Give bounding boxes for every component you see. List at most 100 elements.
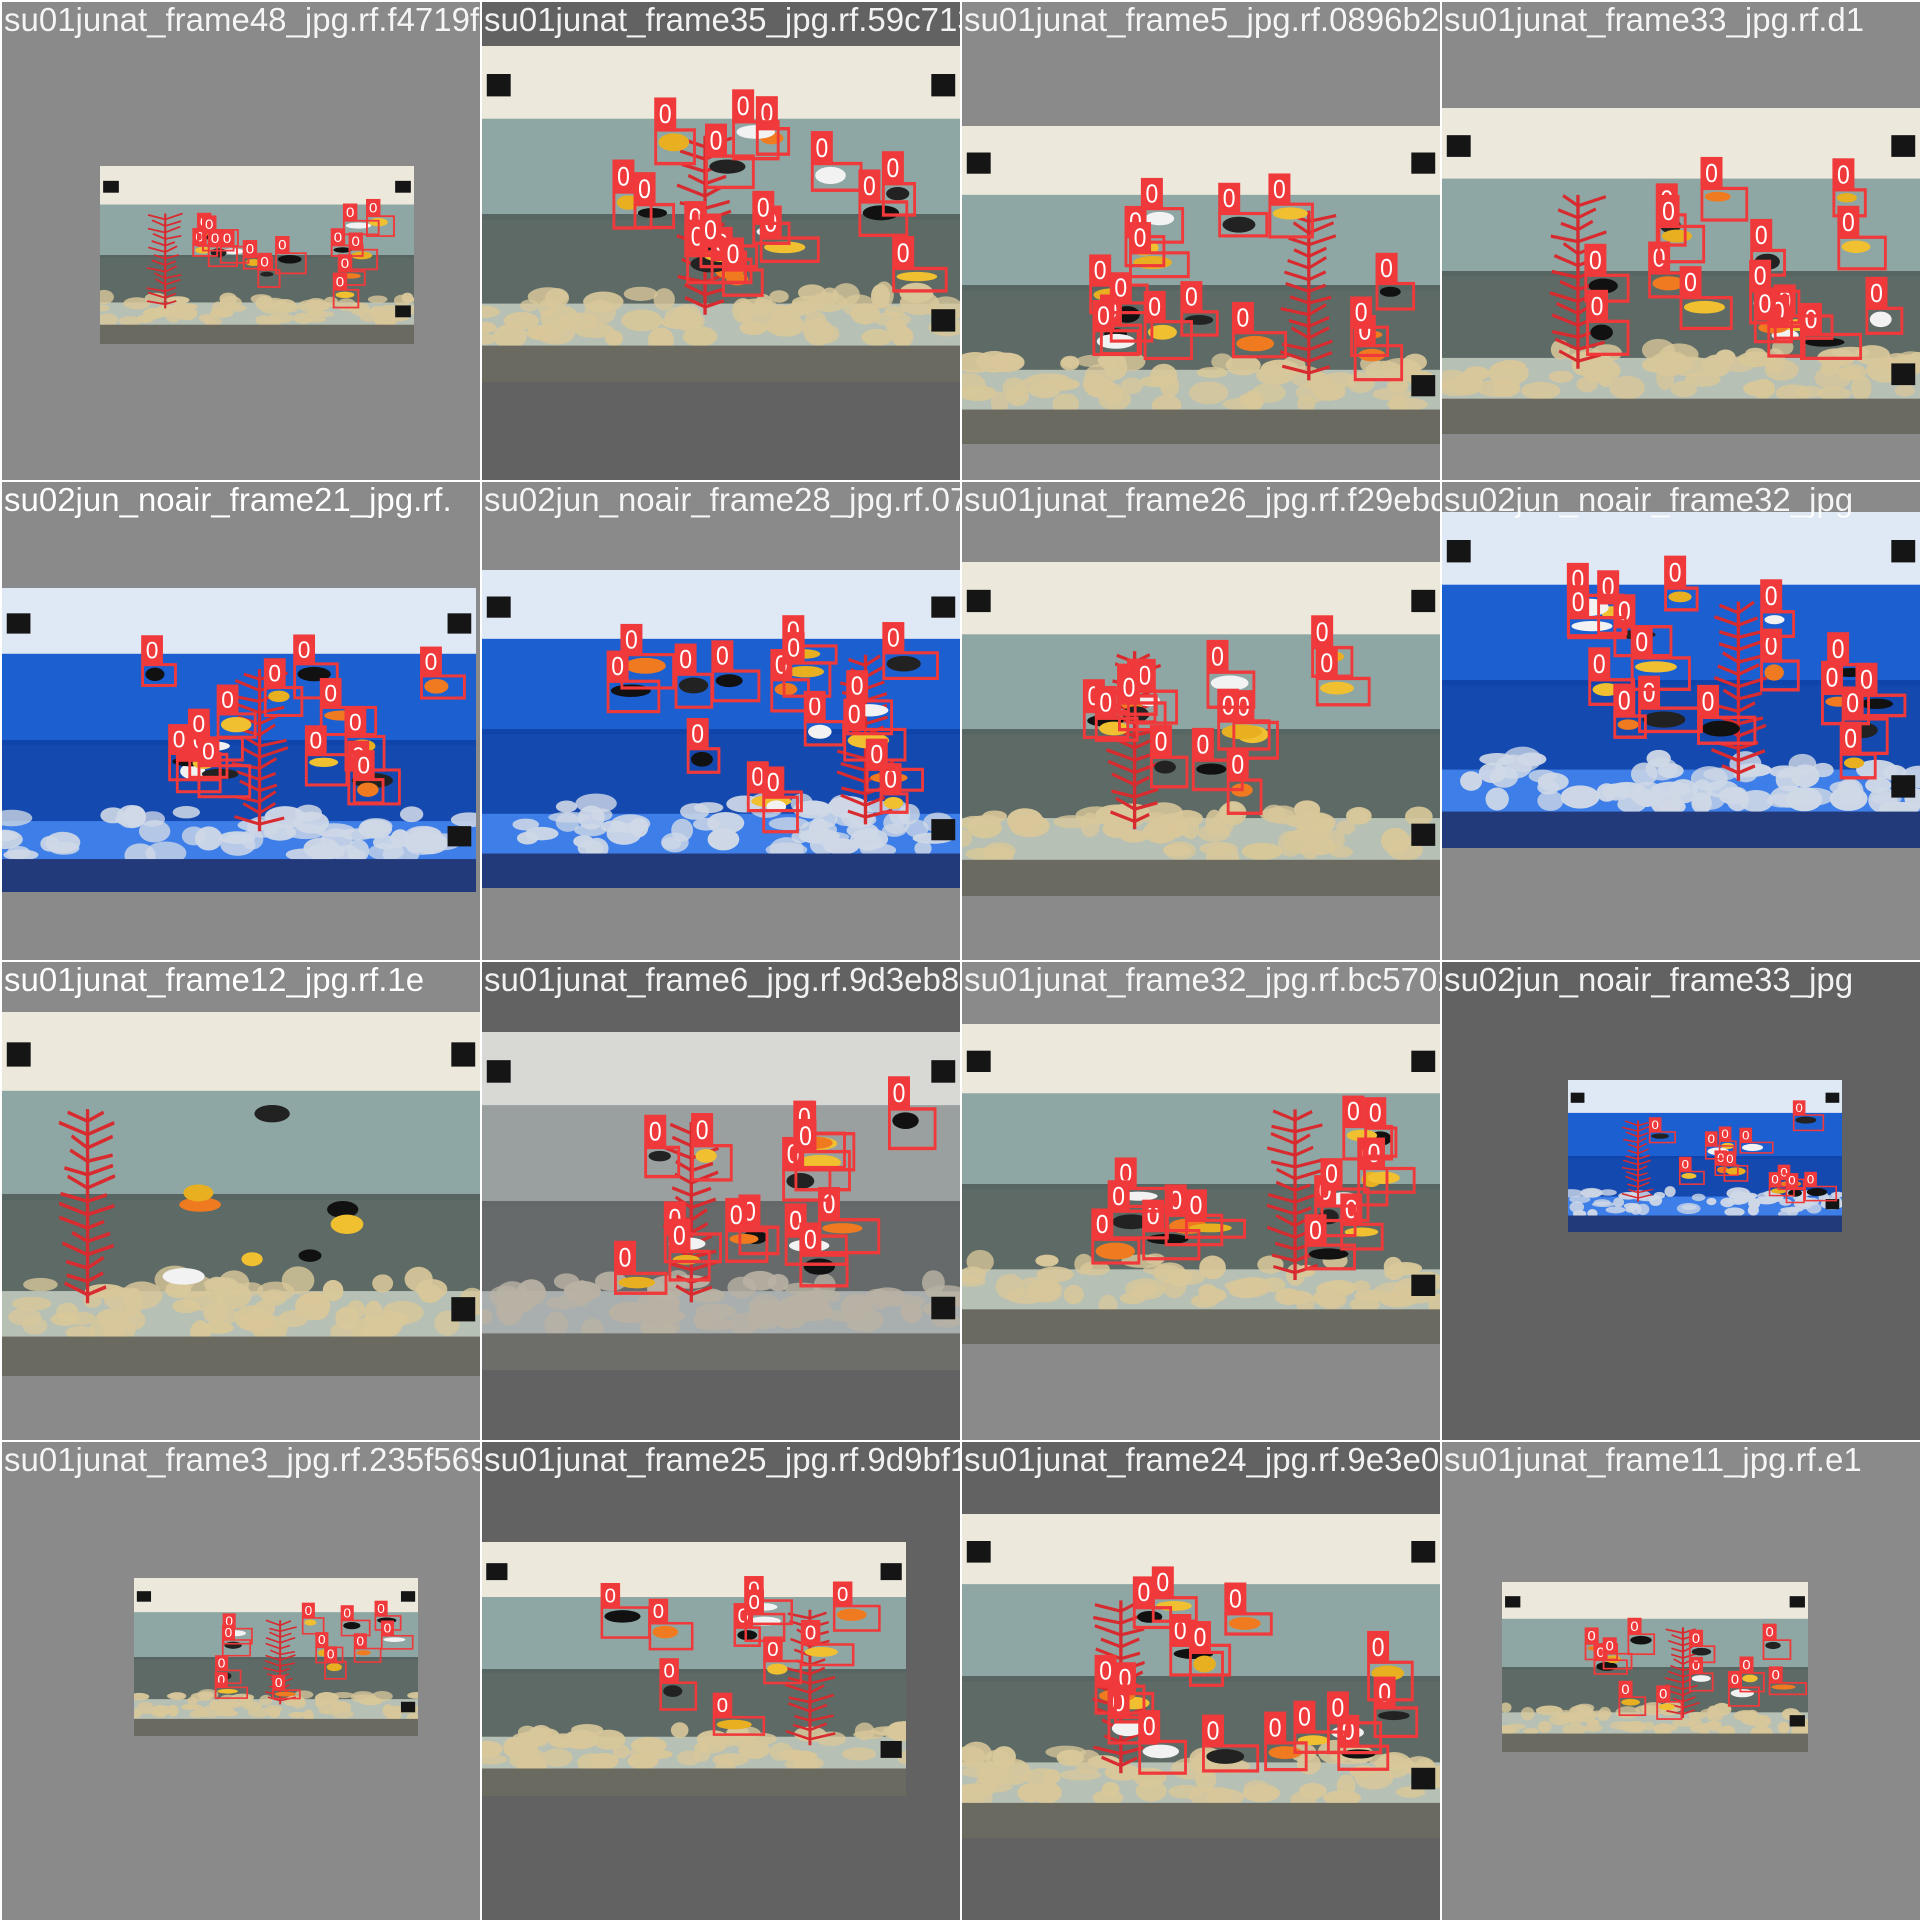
svg-text:0: 0: [1870, 280, 1883, 309]
tile: 00000000000000 su01junat_frame32_jpg.rf.…: [962, 962, 1440, 1440]
svg-text:0: 0: [336, 275, 344, 291]
svg-text:0: 0: [309, 727, 322, 754]
svg-text:0: 0: [1684, 269, 1697, 298]
aquarium-photo: 000000000000: [134, 1578, 418, 1736]
tile-filename: su01junat_frame35_jpg.rf.59c7131a78f0328: [484, 2, 960, 38]
svg-text:0: 0: [1765, 581, 1778, 611]
tile-filename: su01junat_frame32_jpg.rf.bc5702640bba03: [964, 962, 1440, 998]
svg-text:0: 0: [1094, 257, 1107, 285]
tile-filename: su01junat_frame24_jpg.rf.9e3e0168023f3b7…: [964, 1442, 1440, 1478]
svg-text:0: 0: [749, 1592, 760, 1614]
svg-text:0: 0: [1155, 727, 1168, 757]
tile: 000000000000 su01junat_frame11_jpg.rf.e1: [1442, 1442, 1920, 1920]
image-mosaic: 00000000000000 su01junat_frame48_jpg.rf.…: [0, 0, 1920, 1920]
svg-text:0: 0: [1316, 617, 1329, 647]
svg-text:0: 0: [716, 643, 729, 671]
svg-text:0: 0: [1380, 255, 1393, 283]
svg-text:0: 0: [1269, 1714, 1282, 1743]
aquarium-scene: 000000000000: [134, 1578, 418, 1736]
svg-text:0: 0: [767, 769, 780, 797]
svg-text:0: 0: [1572, 587, 1585, 617]
svg-text:0: 0: [1788, 1174, 1795, 1187]
svg-text:0: 0: [767, 1639, 778, 1661]
aquarium-scene: 0000000000000000: [1442, 108, 1920, 434]
tile: 000000000000000 su02jun_noair_frame21_jp…: [2, 482, 480, 960]
aquarium-scene: 000000000000: [1502, 1582, 1808, 1752]
svg-text:0: 0: [268, 660, 281, 687]
svg-text:0: 0: [1692, 1657, 1700, 1672]
svg-text:0: 0: [1112, 1183, 1125, 1211]
svg-text:0: 0: [659, 100, 672, 130]
svg-text:0: 0: [1842, 208, 1855, 237]
svg-text:0: 0: [887, 624, 900, 652]
svg-text:0: 0: [1309, 1217, 1322, 1245]
svg-text:0: 0: [625, 626, 638, 654]
aquarium-photo: 000000000000000: [2, 588, 476, 892]
svg-text:0: 0: [799, 1121, 812, 1151]
svg-text:0: 0: [696, 1115, 709, 1145]
tile-filename: su01junat_frame25_jpg.rf.9d9bf114ea62812: [484, 1442, 960, 1478]
svg-text:0: 0: [1096, 1211, 1109, 1239]
tile: 0000000000000000 su01junat_frame33_jpg.r…: [1442, 2, 1920, 480]
svg-text:0: 0: [1589, 246, 1602, 275]
aquarium-scene: 000000000000: [1568, 1080, 1842, 1232]
aquarium-photo: 00000000000000: [962, 562, 1440, 896]
aquarium-photo: 000000000000000: [962, 126, 1440, 444]
svg-text:0: 0: [1347, 1098, 1360, 1126]
svg-text:0: 0: [1588, 1628, 1596, 1643]
svg-text:0: 0: [730, 1200, 743, 1230]
svg-text:0: 0: [617, 162, 630, 192]
svg-text:0: 0: [1652, 1118, 1659, 1131]
svg-text:0: 0: [1231, 750, 1244, 780]
tile-filename: su02jun_noair_frame28_jpg.rf.0765301c4d5…: [484, 482, 960, 518]
svg-text:0: 0: [805, 1622, 816, 1644]
svg-text:0: 0: [357, 752, 370, 779]
aquarium-photo: 000000000000: [1502, 1582, 1808, 1752]
svg-text:0: 0: [1721, 1128, 1728, 1141]
svg-text:0: 0: [1844, 724, 1857, 754]
svg-text:0: 0: [1618, 686, 1631, 716]
svg-text:0: 0: [804, 1225, 817, 1255]
svg-text:0: 0: [1826, 663, 1839, 693]
svg-text:0: 0: [1708, 1132, 1715, 1145]
tile-filename: su02jun_noair_frame32_jpg: [1444, 482, 1854, 518]
tile-filename: su01junat_frame3_jpg.rf.235f56979b4b54f0: [4, 1442, 480, 1478]
svg-text:0: 0: [275, 1675, 283, 1689]
svg-text:0: 0: [1119, 1665, 1132, 1694]
aquarium-photo: 000000000000000: [482, 1032, 960, 1370]
svg-text:0: 0: [217, 1673, 225, 1687]
svg-text:0: 0: [1190, 1192, 1203, 1220]
svg-text:0: 0: [318, 1633, 326, 1647]
svg-text:0: 0: [298, 636, 311, 663]
svg-text:0: 0: [260, 255, 268, 271]
svg-text:0: 0: [663, 1661, 674, 1683]
tile-filename: su01junat_frame11_jpg.rf.e1: [1444, 1442, 1862, 1478]
svg-text:0: 0: [218, 1656, 226, 1670]
svg-text:0: 0: [1185, 283, 1198, 311]
aquarium-photo: 0000000000000000: [962, 1514, 1440, 1838]
svg-text:0: 0: [1099, 1657, 1112, 1686]
svg-text:0: 0: [1602, 572, 1615, 602]
svg-text:0: 0: [851, 673, 864, 701]
svg-text:0: 0: [1134, 224, 1147, 252]
aquarium-scene: 00000000000000: [100, 166, 414, 344]
aquarium-scene: 000000000000000: [482, 1032, 960, 1370]
svg-text:0: 0: [1237, 304, 1250, 332]
svg-text:0: 0: [1194, 1624, 1207, 1653]
svg-text:0: 0: [848, 701, 861, 729]
svg-text:0: 0: [1795, 1101, 1802, 1114]
svg-text:0: 0: [1754, 262, 1767, 291]
svg-text:0: 0: [815, 133, 828, 163]
svg-text:0: 0: [1606, 1638, 1614, 1653]
tile: 00000000000000000 su01junat_frame35_jpg.…: [482, 2, 960, 480]
tile: 000000000000 su02jun_noair_frame33_jpg: [1442, 962, 1920, 1440]
svg-text:0: 0: [1659, 1686, 1667, 1701]
tile: 0000000000000000 su01junat_frame24_jpg.r…: [962, 1442, 1440, 1920]
svg-text:0: 0: [638, 174, 651, 204]
svg-text:0: 0: [221, 686, 234, 713]
svg-text:0: 0: [334, 230, 342, 246]
svg-text:0: 0: [870, 741, 883, 769]
svg-text:0: 0: [1682, 1158, 1689, 1171]
svg-text:0: 0: [1097, 302, 1110, 330]
svg-text:0: 0: [1705, 160, 1718, 189]
